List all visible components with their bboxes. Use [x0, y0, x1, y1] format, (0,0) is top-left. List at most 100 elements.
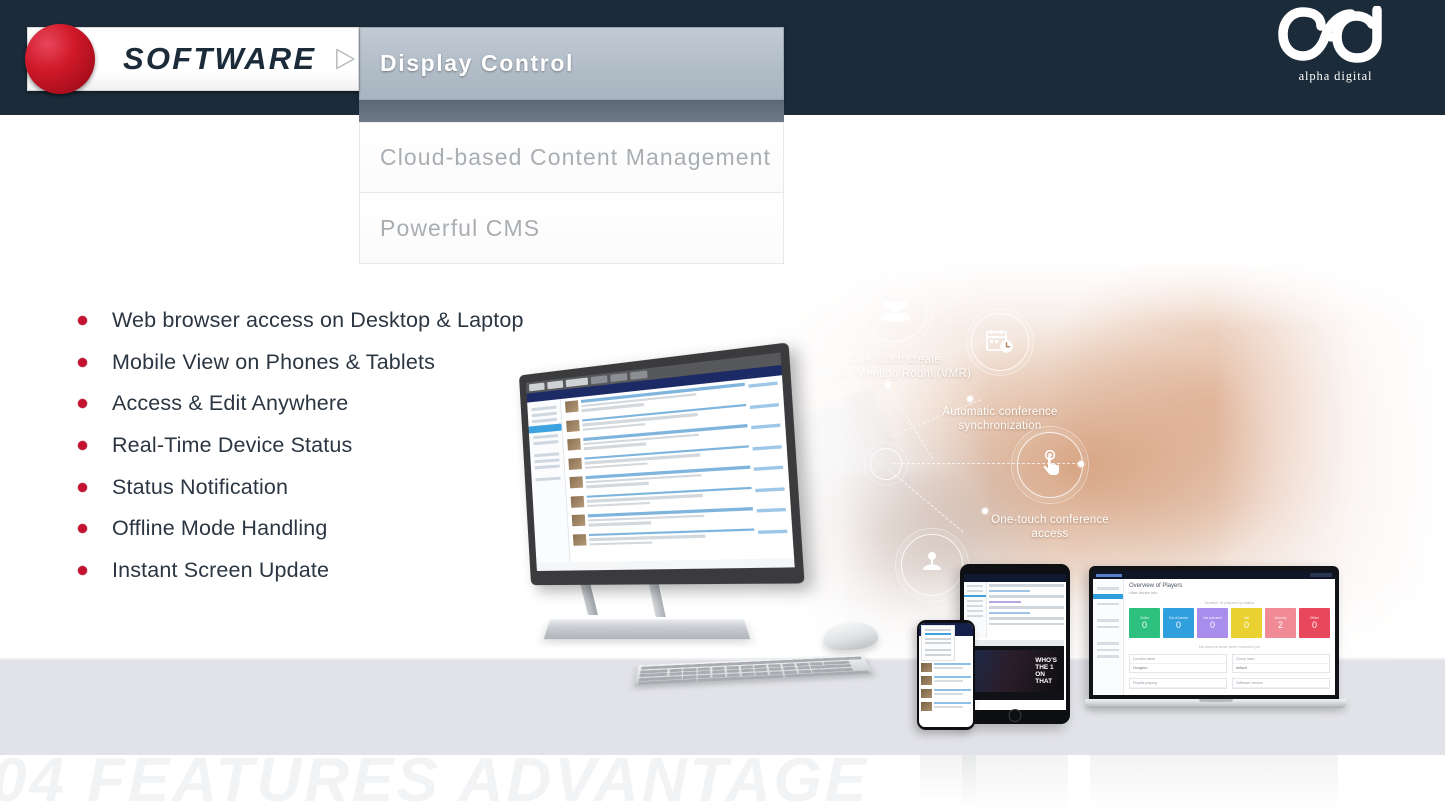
laptop-appbar	[1093, 571, 1335, 579]
tablet-reflection	[962, 755, 1068, 811]
bullet-dot-icon	[78, 357, 87, 367]
list-item-label: Offline Mode Handling	[112, 516, 328, 541]
laptop-screen: Overview of Players Hide device info Num…	[1093, 571, 1335, 695]
laptop: Overview of Players Hide device info Num…	[1085, 566, 1347, 726]
detail-field-label: Software version	[1233, 679, 1329, 688]
list-item: Web browser access on Desktop & Laptop	[78, 300, 524, 342]
section-tab-list: Display Control Cloud-based Content Mana…	[359, 27, 784, 264]
laptop-notch	[1199, 699, 1233, 702]
list-item-label: Mobile View on Phones & Tablets	[112, 349, 435, 374]
tablet-home-button[interactable]	[1008, 709, 1022, 722]
triangle-right-icon	[336, 48, 355, 70]
brand-wordmark: alpha digital	[1298, 69, 1373, 83]
status-tile-label: Idle	[1243, 616, 1250, 620]
status-tile-value: 0	[1311, 620, 1317, 630]
detail-field-label: Group label	[1233, 655, 1329, 664]
laptop-sidebar	[1093, 579, 1124, 695]
status-tile-label: Warning	[1274, 616, 1287, 620]
status-tile-label: Online	[1139, 616, 1150, 620]
detail-field: Software version	[1232, 678, 1330, 689]
laptop-lid: Overview of Players Hide device info Num…	[1089, 566, 1339, 701]
status-tile-value: 0	[1175, 620, 1181, 630]
laptop-section-label: Number of players by status	[1204, 600, 1255, 605]
slide-canvas: One-touch create Virtual Meeting Room (V…	[0, 0, 1445, 811]
tablet-content	[987, 582, 1066, 638]
monitor-screen	[526, 352, 795, 572]
tab-label: Cloud-based Content Management	[380, 144, 772, 170]
tablet: WHO'S THE 1 ON THAT	[960, 564, 1070, 724]
phone-dropdown-menu	[921, 625, 955, 661]
list-item-label: Real-Time Device Status	[112, 433, 353, 458]
bullet-dot-icon	[78, 524, 87, 534]
list-item: Status Notification	[78, 466, 524, 508]
bullet-dot-icon	[78, 482, 87, 492]
video-caption: WHO'S THE 1 ON THAT	[1035, 657, 1057, 685]
status-tile[interactable]: Offline 0	[1299, 608, 1330, 638]
status-tile[interactable]: Idle 0	[1231, 608, 1262, 638]
list-item: Offline Mode Handling	[78, 508, 524, 550]
tab-display-control[interactable]: Display Control	[359, 27, 784, 100]
status-tile[interactable]: Not activated 0	[1197, 608, 1228, 638]
tab-shadow-strip	[359, 100, 784, 122]
tab-label: Display Control	[380, 50, 574, 76]
tab-powerful-cms[interactable]: Powerful CMS	[359, 193, 784, 264]
user-menu-icon[interactable]	[1310, 573, 1332, 577]
list-item-label: Web browser access on Desktop & Laptop	[112, 308, 524, 333]
status-tile-value: 0	[1209, 620, 1215, 630]
detail-field: Group label default	[1232, 654, 1330, 673]
monitor-bezel	[518, 342, 805, 586]
status-tile-value: 2	[1277, 620, 1283, 630]
laptop-content: Overview of Players Hide device info Num…	[1124, 579, 1335, 695]
detail-field: Playlist playing	[1129, 678, 1227, 689]
software-badge[interactable]: SOFTWARE	[25, 24, 359, 94]
status-tile[interactable]: Online 0	[1129, 608, 1160, 638]
app-brand-icon	[1096, 573, 1122, 577]
brand-logo: alpha digital	[1273, 6, 1398, 94]
tablet-video-preview: WHO'S THE 1 ON THAT	[968, 640, 1064, 700]
software-badge-label: SOFTWARE	[123, 41, 317, 76]
smartphone	[917, 620, 975, 730]
status-tile-label: Out of license	[1168, 616, 1189, 620]
list-item: Instant Screen Update	[78, 550, 524, 592]
detail-field-value: default	[1236, 666, 1247, 670]
list-item: Access & Edit Anywhere	[78, 383, 524, 425]
section-watermark: 04 FEATURES ADVANTAGE	[0, 746, 870, 811]
detail-field-label: Playlist playing	[1130, 679, 1226, 688]
list-item-label: Access & Edit Anywhere	[112, 391, 349, 416]
status-tile-label: Offline	[1309, 616, 1320, 620]
laptop-page-title: Overview of Players	[1129, 583, 1183, 589]
laptop-page-subtitle: Hide device info	[1129, 590, 1158, 595]
list-item: Real-Time Device Status	[78, 425, 524, 467]
touch-hand-icon	[1043, 450, 1059, 475]
status-tile[interactable]: Warning 2	[1265, 608, 1296, 638]
detail-field-label: Location label	[1130, 655, 1226, 664]
bullet-dot-icon	[78, 441, 87, 451]
desktop-monitor	[518, 342, 805, 640]
feature-list: Web browser access on Desktop & Laptop M…	[78, 300, 524, 591]
status-tile-value: 0	[1243, 620, 1249, 630]
status-tile[interactable]: Out of license 0	[1163, 608, 1194, 638]
calendar-clock-icon	[986, 330, 1013, 353]
list-item-label: Instant Screen Update	[112, 557, 330, 582]
detail-field-value: Hongkou	[1133, 666, 1148, 670]
status-tile-row: Online 0 Out of license 0 Not activated …	[1129, 608, 1330, 638]
bullet-dot-icon	[78, 399, 87, 409]
detail-field: Location label Hongkou	[1129, 654, 1227, 673]
tablet-appbar	[964, 574, 1066, 582]
laptop-reflection	[1090, 755, 1338, 811]
red-sphere-icon	[25, 24, 95, 94]
phone-list	[919, 660, 973, 711]
phone-screen	[919, 623, 973, 727]
list-item-label: Status Notification	[112, 474, 289, 499]
tablet-screen: WHO'S THE 1 ON THAT	[964, 574, 1066, 710]
laptop-empty-note: No players have been selected yet	[1198, 644, 1261, 649]
status-tile-label: Not activated	[1203, 616, 1222, 620]
bullet-dot-icon	[78, 316, 87, 326]
tab-label: Powerful CMS	[380, 214, 541, 241]
status-tile-value: 0	[1141, 620, 1147, 630]
alpha-digital-mark-icon	[1278, 6, 1382, 63]
bullet-dot-icon	[78, 565, 87, 575]
tab-cloud-based-content-management[interactable]: Cloud-based Content Management	[359, 122, 784, 193]
site-content	[560, 375, 795, 563]
list-item: Mobile View on Phones & Tablets	[78, 342, 524, 384]
